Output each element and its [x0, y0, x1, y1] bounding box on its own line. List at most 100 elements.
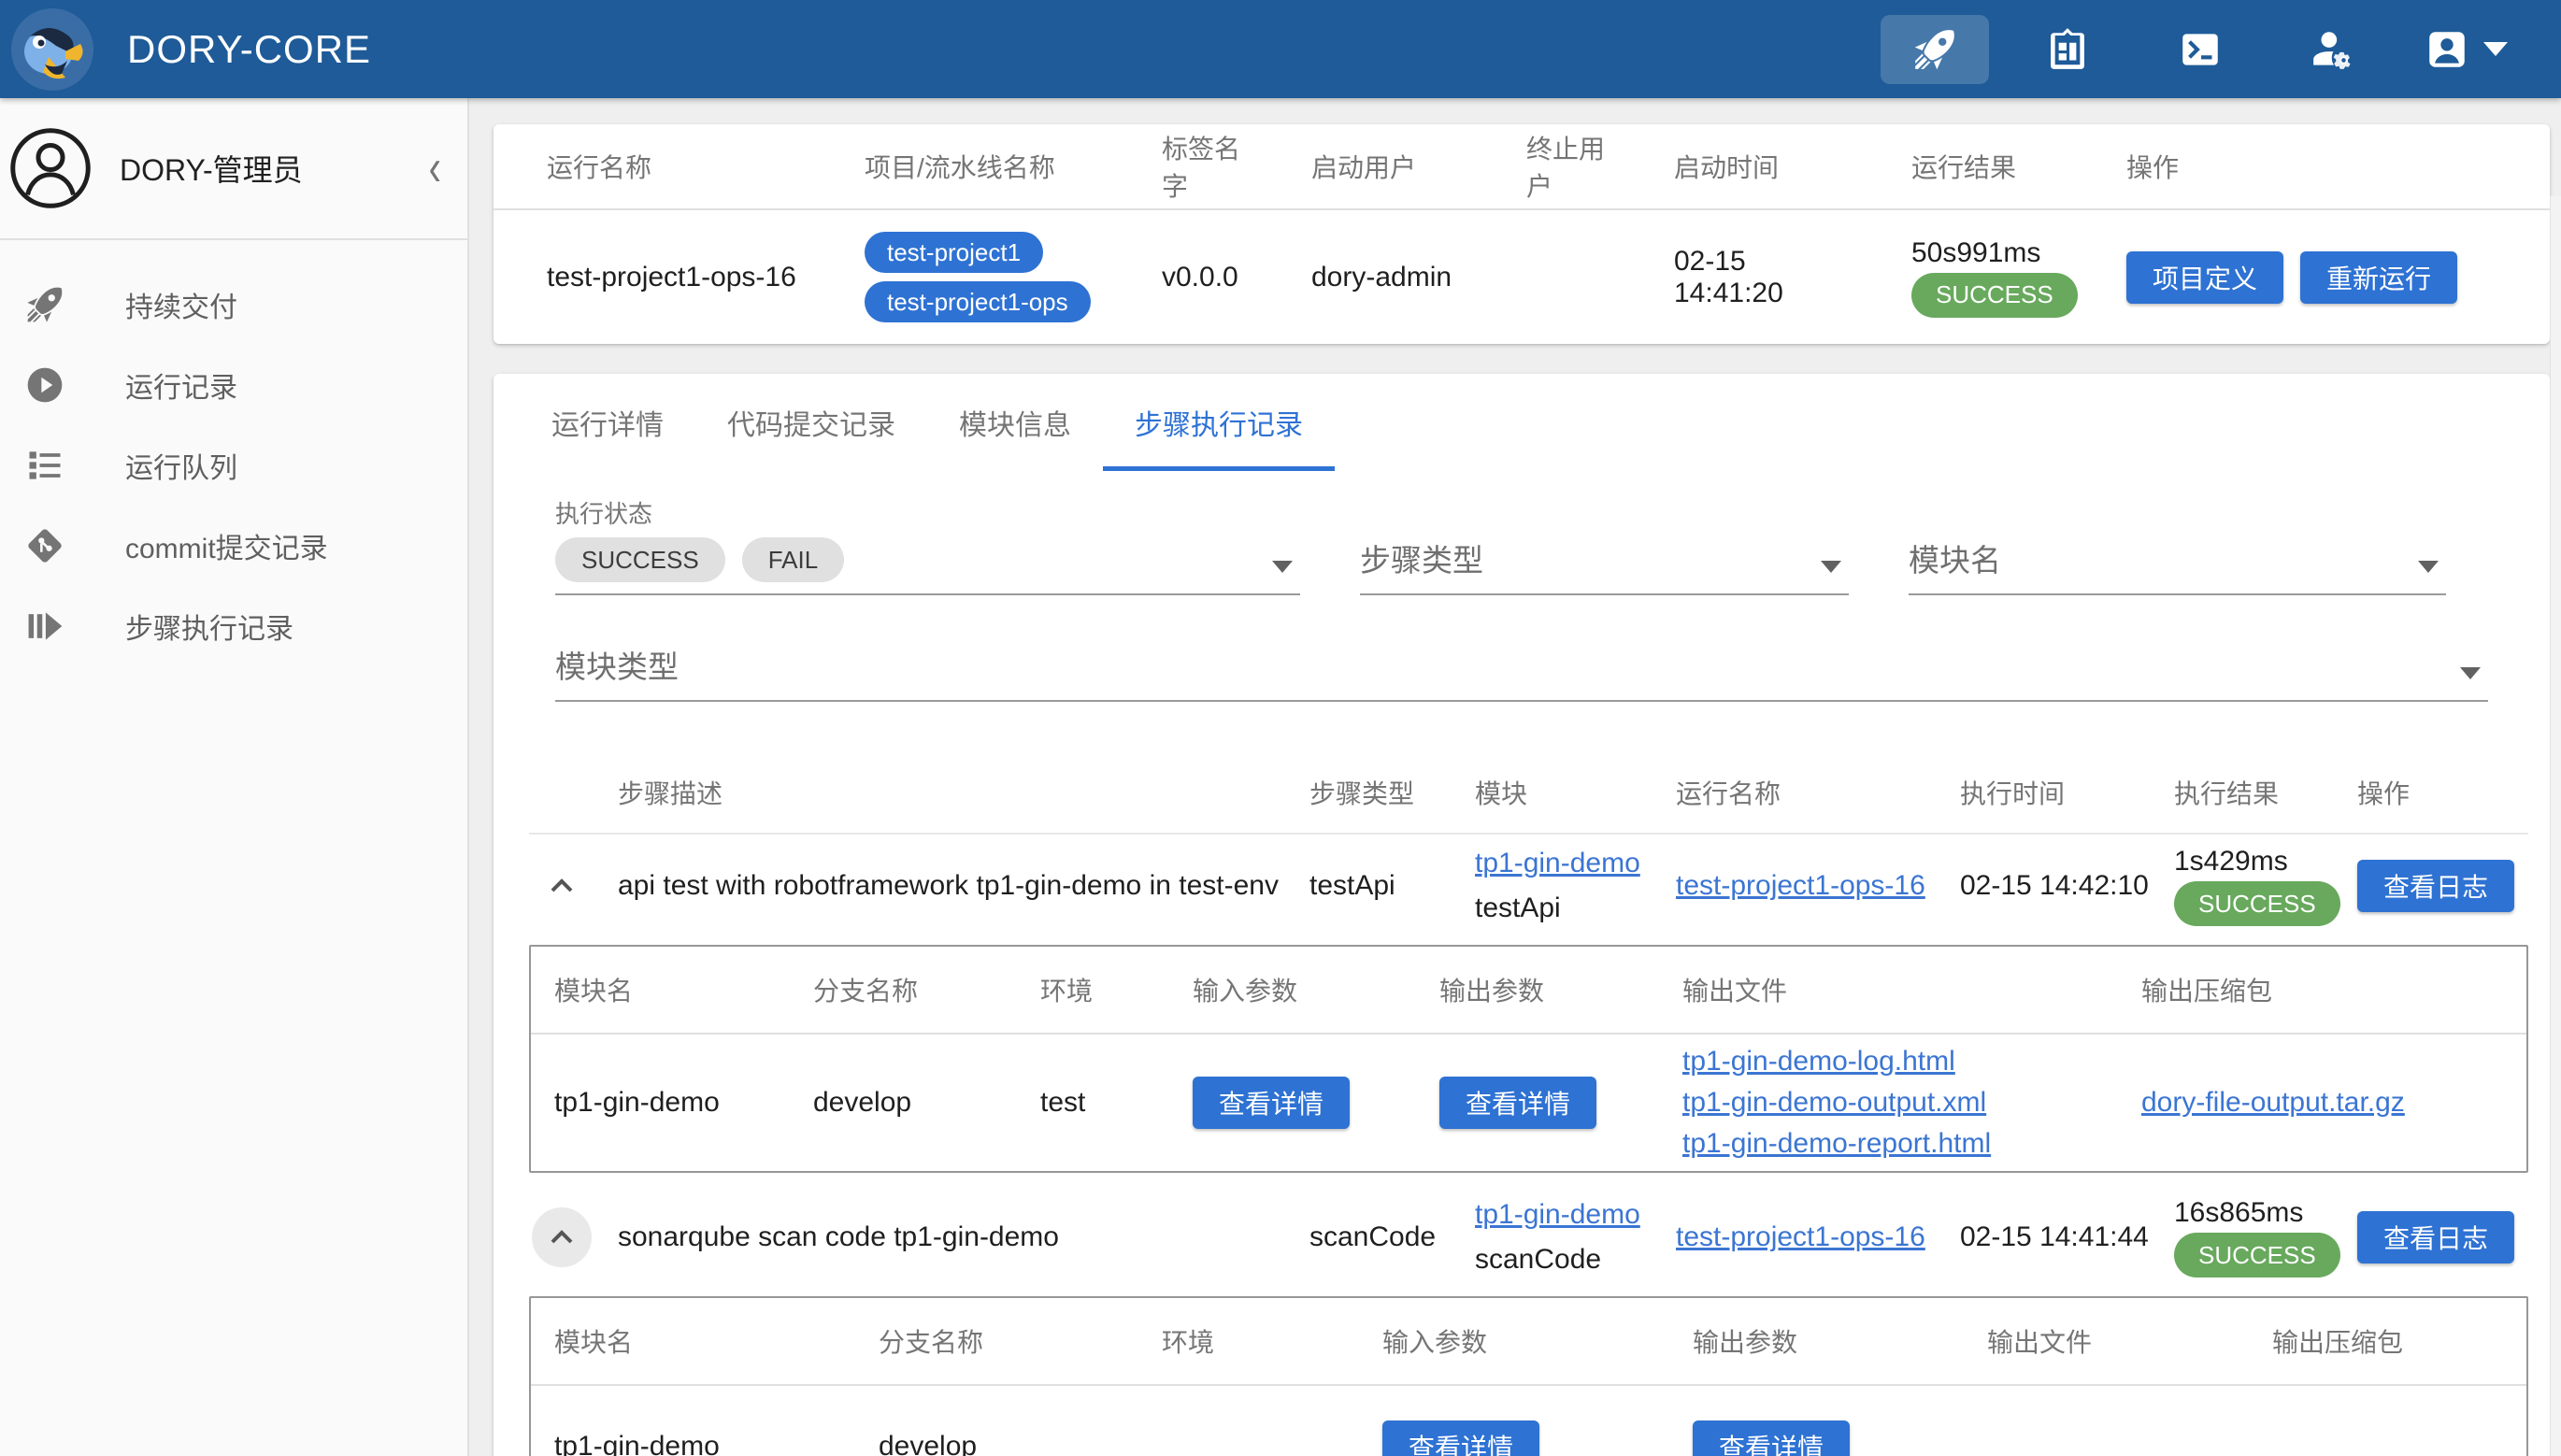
- sidebar-item-label: 持续交付: [125, 284, 237, 325]
- column-header: 终止用户: [1473, 129, 1621, 204]
- run-name-link[interactable]: test-project1-ops-16: [1676, 870, 1925, 901]
- column-header: 执行时间: [1936, 774, 2149, 811]
- start-time: 02-15 14:41:20: [1621, 246, 1858, 309]
- tag-name: v0.0.0: [1109, 262, 1258, 293]
- filter-module-name[interactable]: 模块名: [1909, 495, 2446, 595]
- step-description: sonarqube scan code tp1-gin-demo: [594, 1221, 1286, 1253]
- project-tag: test-project1: [865, 232, 1043, 273]
- sidebar-collapse-button[interactable]: ‹: [429, 139, 441, 198]
- play-circle-icon: [24, 364, 65, 406]
- column-header: 分支名称: [790, 971, 1017, 1008]
- app-header: DORY-CORE: [0, 0, 2561, 98]
- filter-chip-fail[interactable]: FAIL: [742, 537, 844, 582]
- dory-fish-icon: [11, 8, 93, 91]
- start-user: dory-admin: [1258, 262, 1473, 293]
- filter-chip-success[interactable]: SUCCESS: [555, 537, 725, 582]
- status-badge: SUCCESS: [1911, 273, 2078, 318]
- account-menu-button[interactable]: [2411, 15, 2520, 84]
- column-header: 模块名: [531, 1322, 855, 1360]
- nav-pipeline-button[interactable]: [1881, 15, 1989, 84]
- column-header: 模块: [1445, 774, 1646, 811]
- column-header: 分支名称: [855, 1322, 1138, 1360]
- sidebar: DORY-管理员 ‹ 持续交付 运行记录 运行队列: [0, 98, 469, 1456]
- view-output-params-button[interactable]: 查看详情: [1439, 1077, 1596, 1129]
- collapse-row-button[interactable]: [532, 1207, 592, 1267]
- collapse-row-button[interactable]: [532, 856, 592, 916]
- filter-step-type[interactable]: 步骤类型: [1360, 495, 1849, 595]
- view-log-button[interactable]: 查看日志: [2357, 860, 2514, 912]
- sidebar-user-name: DORY-管理员: [120, 147, 429, 190]
- column-header: 步骤描述: [594, 774, 1286, 811]
- run-name: test-project1-ops-16: [494, 262, 811, 293]
- app-logo: [11, 8, 93, 91]
- rocket-icon: [24, 284, 65, 325]
- chevron-down-icon: [2460, 667, 2481, 679]
- module-link[interactable]: tp1-gin-demo: [1475, 1199, 1646, 1231]
- sidebar-user-row: DORY-管理员 ‹: [0, 98, 467, 240]
- nav-admin-button[interactable]: [2279, 15, 2387, 84]
- step-detail-table: 模块名 分支名称 环境 输入参数 输出参数 输出文件 输出压缩包 tp1-gin…: [529, 945, 2528, 1173]
- status-badge: SUCCESS: [2174, 881, 2340, 926]
- pipeline-tag: test-project1-ops: [865, 281, 1091, 322]
- column-header: 操作: [2073, 148, 2550, 185]
- run-name-link[interactable]: test-project1-ops-16: [1676, 1221, 1925, 1252]
- run-row: test-project1-ops-16 test-project1 test-…: [494, 210, 2550, 344]
- tab-code-commits[interactable]: 代码提交记录: [695, 374, 927, 471]
- run-summary-card: 运行名称 项目/流水线名称 标签名字 启动用户 终止用户 启动时间 运行结果 操…: [494, 124, 2550, 344]
- chevron-down-icon: [2483, 42, 2508, 56]
- column-header: 运行结果: [1858, 148, 2073, 185]
- scrollbar[interactable]: [2550, 196, 2561, 1456]
- sidebar-item-label: commit提交记录: [125, 525, 328, 566]
- status-badge: SUCCESS: [2174, 1233, 2340, 1278]
- tab-step-history[interactable]: 步骤执行记录: [1103, 374, 1335, 471]
- tab-run-detail[interactable]: 运行详情: [520, 374, 695, 471]
- step-type: scanCode: [1286, 1221, 1445, 1253]
- module-step: scanCode: [1475, 1244, 1646, 1276]
- column-header: 执行结果: [2149, 774, 2332, 811]
- column-header: 步骤类型: [1286, 774, 1445, 811]
- nav-console-button[interactable]: [2146, 15, 2254, 84]
- view-output-params-button[interactable]: 查看详情: [1693, 1420, 1850, 1456]
- step-duration: 16s865ms: [2174, 1197, 2303, 1229]
- output-archive-link[interactable]: dory-file-output.tar.gz: [2141, 1087, 2405, 1118]
- nav-projects-button[interactable]: [2013, 15, 2122, 84]
- output-file-link[interactable]: tp1-gin-demo-log.html: [1682, 1046, 2118, 1078]
- view-input-params-button[interactable]: 查看详情: [1382, 1420, 1539, 1456]
- view-input-params-button[interactable]: 查看详情: [1193, 1077, 1350, 1129]
- filter-placeholder: 步骤类型: [1360, 535, 1483, 593]
- tab-bar: 运行详情 代码提交记录 模块信息 步骤执行记录: [494, 374, 2550, 471]
- column-header: 运行名称: [494, 148, 811, 185]
- git-icon: [24, 525, 65, 566]
- output-file-link[interactable]: tp1-gin-demo-report.html: [1682, 1128, 2118, 1160]
- account-box-icon: [2424, 26, 2470, 73]
- module-link[interactable]: tp1-gin-demo: [1475, 848, 1646, 879]
- column-header: 输出压缩包: [2249, 1322, 2526, 1360]
- rerun-button[interactable]: 重新运行: [2300, 251, 2457, 304]
- column-header: 启动用户: [1258, 148, 1473, 185]
- tab-module-info[interactable]: 模块信息: [927, 374, 1103, 471]
- sidebar-item-run-history[interactable]: 运行记录: [0, 345, 467, 425]
- sidebar-item-commit-history[interactable]: commit提交记录: [0, 506, 467, 586]
- filter-label: 执行状态: [555, 495, 1300, 530]
- column-header: 输出文件: [1964, 1322, 2249, 1360]
- project-definition-button[interactable]: 项目定义: [2126, 251, 2283, 304]
- env-name: test: [1017, 1087, 1169, 1119]
- list-icon: [24, 445, 65, 486]
- sidebar-item-run-queue[interactable]: 运行队列: [0, 425, 467, 506]
- column-header: 输出压缩包: [2118, 971, 2526, 1008]
- output-file-link[interactable]: tp1-gin-demo-output.xml: [1682, 1087, 2118, 1119]
- column-header: 环境: [1138, 1322, 1359, 1360]
- sidebar-item-step-history[interactable]: 步骤执行记录: [0, 586, 467, 666]
- branch-name: develop: [855, 1431, 1138, 1456]
- chevron-up-icon: [543, 1219, 580, 1256]
- exec-time: 02-15 14:41:44: [1936, 1221, 2149, 1253]
- view-log-button[interactable]: 查看日志: [2357, 1211, 2514, 1263]
- column-header: 操作: [2332, 774, 2528, 811]
- filter-exec-status[interactable]: 执行状态 SUCCESS FAIL: [555, 495, 1300, 595]
- step-type: testApi: [1286, 870, 1445, 902]
- sidebar-item-continuous-delivery[interactable]: 持续交付: [0, 264, 467, 345]
- filter-module-type[interactable]: 模块类型: [555, 616, 2488, 702]
- step-detail-row: tp1-gin-demo develop 查看详情 查看详情: [531, 1386, 2526, 1456]
- branch-name: develop: [790, 1087, 1017, 1119]
- column-header: 模块名: [531, 971, 790, 1008]
